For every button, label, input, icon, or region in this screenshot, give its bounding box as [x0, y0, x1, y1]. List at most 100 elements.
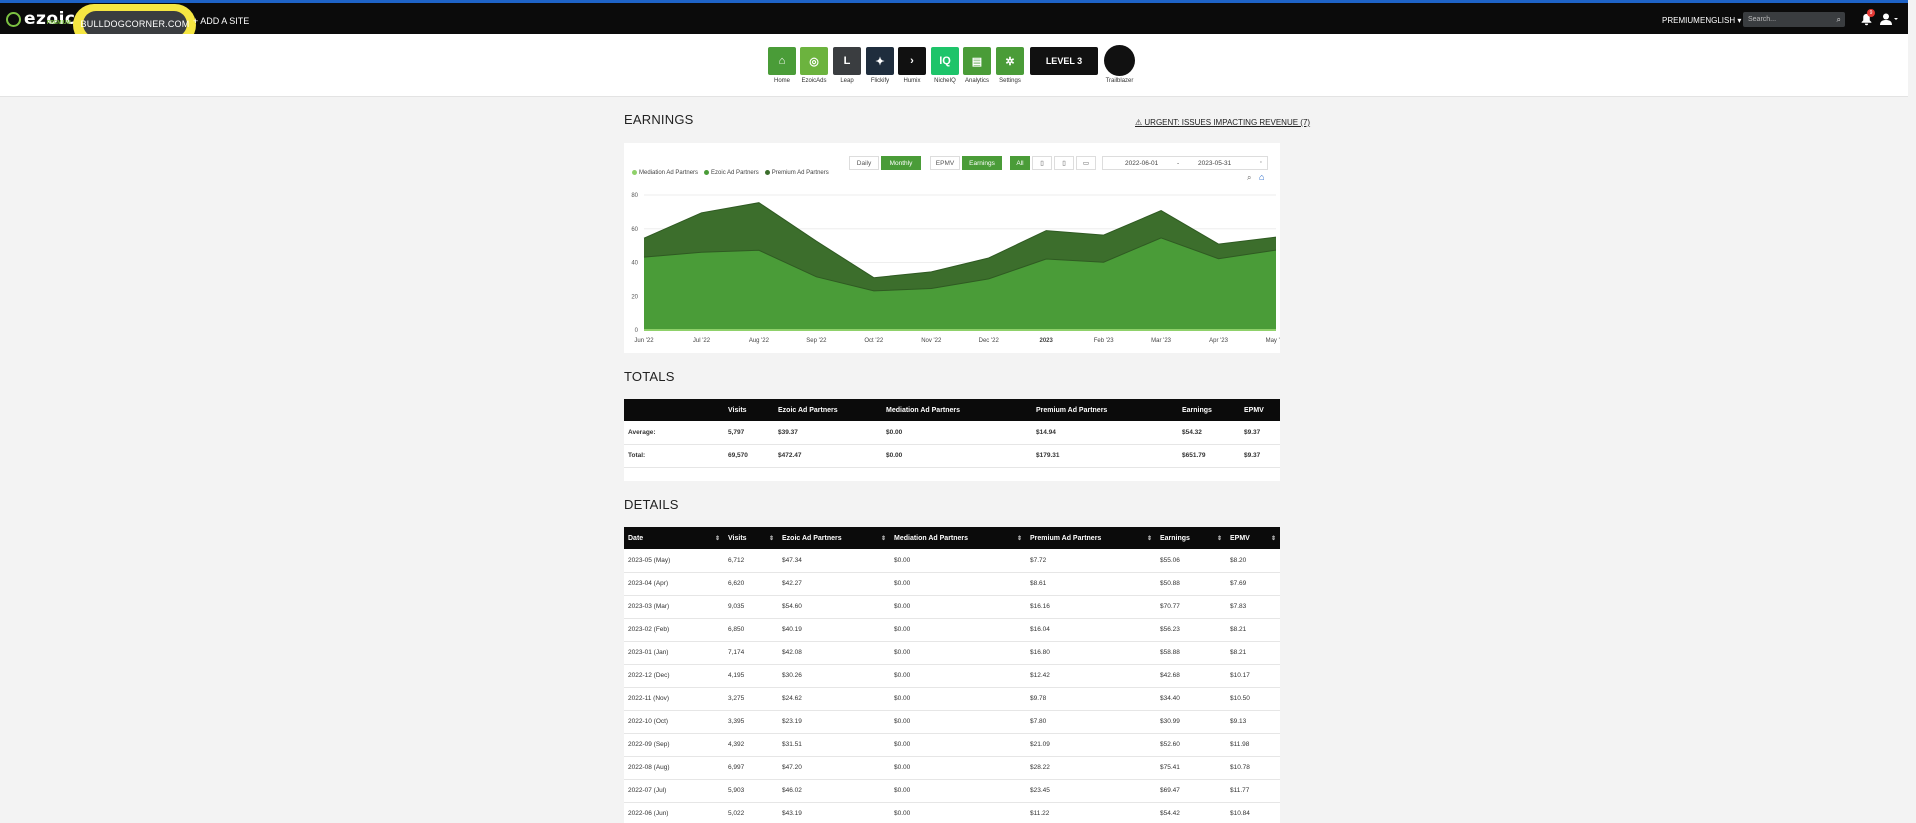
ezoic-logo[interactable]: ezoic [6, 9, 76, 29]
app-humix[interactable]: › Humix [898, 47, 926, 84]
notification-badge: 9 [1867, 9, 1875, 17]
table-cell: 5,022 [724, 802, 778, 823]
earnings-chart-card: Daily Monthly EPMV Earnings All ▯ ▯ ▭ 20… [624, 143, 1280, 353]
search-icon[interactable]: ⌕ [1837, 12, 1841, 27]
sort-icon[interactable]: ⇕ [715, 535, 720, 542]
table-cell: $24.62 [778, 687, 890, 711]
column-header [624, 399, 724, 421]
sort-icon[interactable]: ⇕ [1017, 535, 1022, 542]
table-cell: 2022-12 (Dec) [624, 664, 724, 688]
table-cell: 2023-04 (Apr) [624, 572, 724, 596]
table-cell: $7.80 [1026, 710, 1156, 734]
table-cell: $0.00 [890, 549, 1026, 573]
table-cell: $0.00 [890, 756, 1026, 780]
column-header-label: Premium Ad Partners [1036, 406, 1108, 414]
y-tick-label: 60 [631, 227, 638, 233]
trailblazer-label: Trailblazer [1105, 78, 1134, 84]
table-cell: $0.00 [890, 687, 1026, 711]
search-input[interactable]: Search... ⌕ [1743, 12, 1845, 27]
table-cell: 4,195 [724, 664, 778, 688]
premium-link[interactable]: PREMIUM [1662, 16, 1700, 25]
urgent-issues-link[interactable]: ⚠ URGENT: ISSUES IMPACTING REVENUE (7) [1135, 118, 1310, 127]
table-cell: 4,392 [724, 733, 778, 757]
table-cell: 6,997 [724, 756, 778, 780]
app-analytics[interactable]: ▤ Analytics [963, 47, 991, 84]
chevron-down-icon: ▾ [1737, 16, 1742, 25]
table-cell: $69.47 [1156, 779, 1226, 803]
flickify-icon: ✦ [866, 47, 894, 75]
table-cell: $28.22 [1026, 756, 1156, 780]
totals-card: Visits Ezoic Ad Partners Mediation Ad Part… [624, 399, 1280, 481]
details-header-row: Date ⇕ Visits ⇕ Ezoic Ad Partners ⇕ Mediation … [624, 527, 1280, 549]
y-tick-label: 0 [635, 328, 639, 334]
column-header: Visits [724, 399, 774, 421]
x-tick-label: Jul '22 [693, 338, 711, 344]
table-cell: $16.04 [1026, 618, 1156, 642]
table-cell: $14.94 [1032, 421, 1178, 445]
column-header[interactable]: EPMV ⇕ [1226, 527, 1280, 549]
table-row: 2022-09 (Sep) 4,392 $31.51 $0.00 $21.09 $52.6… [624, 733, 1280, 757]
x-tick-label: Dec '22 [979, 338, 1000, 344]
logo-ring-icon [6, 11, 21, 27]
user-menu-icon[interactable] [1880, 13, 1898, 25]
table-cell: Average: [624, 421, 724, 445]
table-cell: $10.84 [1226, 802, 1280, 823]
sort-icon[interactable]: ⇕ [769, 535, 774, 542]
table-cell: 2022-07 (Jul) [624, 779, 724, 803]
column-header[interactable]: Premium Ad Partners ⇕ [1026, 527, 1156, 549]
warning-icon: ⚠ [1135, 118, 1143, 127]
column-header[interactable]: Mediation Ad Partners ⇕ [890, 527, 1026, 549]
sort-icon[interactable]: ⇕ [1271, 535, 1276, 542]
table-cell: $23.45 [1026, 779, 1156, 803]
table-cell: 2023-01 (Jan) [624, 641, 724, 665]
table-cell: $9.37 [1240, 421, 1280, 445]
table-cell: $0.00 [890, 802, 1026, 823]
table-cell: $9.78 [1026, 687, 1156, 711]
sort-icon[interactable]: ⇕ [1217, 535, 1222, 542]
table-row: Average: 5,797 $39.37 $0.00 $14.94 $54.32 $9.3… [624, 421, 1280, 445]
table-cell: 7,174 [724, 641, 778, 665]
app-leap[interactable]: L Leap [833, 47, 861, 84]
y-tick-label: 80 [631, 193, 638, 199]
table-cell: $0.00 [890, 664, 1026, 688]
column-header: Mediation Ad Partners [882, 399, 1032, 421]
add-site-link[interactable]: + ADD A SITE [193, 16, 249, 26]
table-cell: 3,275 [724, 687, 778, 711]
column-header[interactable]: Ezoic Ad Partners ⇕ [778, 527, 890, 549]
totals-title: TOTALS [624, 369, 675, 384]
level-badge[interactable]: LEVEL 3 [1030, 47, 1098, 75]
table-cell: $54.42 [1156, 802, 1226, 823]
logo-text: ezoic [24, 9, 76, 29]
y-tick-label: 40 [631, 261, 638, 267]
x-tick-label: May '23 [1266, 338, 1280, 344]
column-header-label: Date [628, 534, 644, 542]
table-cell: $0.00 [882, 444, 1032, 468]
sort-icon[interactable]: ⇕ [1147, 535, 1152, 542]
table-cell: $30.26 [778, 664, 890, 688]
x-tick-label: Sep '22 [806, 338, 827, 344]
sort-icon[interactable]: ⇕ [881, 535, 886, 542]
table-row: 2023-02 (Feb) 6,850 $40.19 $0.00 $16.04 $56.2… [624, 618, 1280, 642]
language-dropdown[interactable]: ENGLISH ▾ [1700, 16, 1741, 25]
column-header[interactable]: Date ⇕ [624, 527, 724, 549]
top-navbar: ezoic PREMIUM BULLDOGCORNER.COM + ADD A … [0, 0, 1908, 46]
column-header: Ezoic Ad Partners [774, 399, 882, 421]
analytics-icon: ▤ [963, 47, 991, 75]
details-table: Date ⇕ Visits ⇕ Ezoic Ad Partners ⇕ Mediation … [624, 527, 1280, 823]
column-header-label: Ezoic Ad Partners [782, 534, 842, 542]
trailblazer-app[interactable]: Trailblazer [1104, 45, 1135, 84]
table-cell: 2023-02 (Feb) [624, 618, 724, 642]
table-row: 2022-08 (Aug) 6,997 $47.20 $0.00 $28.22 $75.4… [624, 756, 1280, 780]
y-tick-label: 20 [631, 294, 638, 300]
nicheiq-icon: IQ [931, 47, 959, 75]
ezoicads-icon: ◎ [800, 47, 828, 75]
app-settings[interactable]: ✲ Settings [996, 47, 1024, 84]
earnings-title: EARNINGS [624, 112, 694, 127]
column-header[interactable]: Earnings ⇕ [1156, 527, 1226, 549]
search-placeholder: Search... [1748, 16, 1777, 23]
table-row: 2022-12 (Dec) 4,195 $30.26 $0.00 $12.42 $42.6… [624, 664, 1280, 688]
column-header[interactable]: Visits ⇕ [724, 527, 778, 549]
app-ezoicads[interactable]: ◎ EzoicAds [800, 47, 828, 84]
table-cell: $47.20 [778, 756, 890, 780]
table-cell: Total: [624, 444, 724, 468]
